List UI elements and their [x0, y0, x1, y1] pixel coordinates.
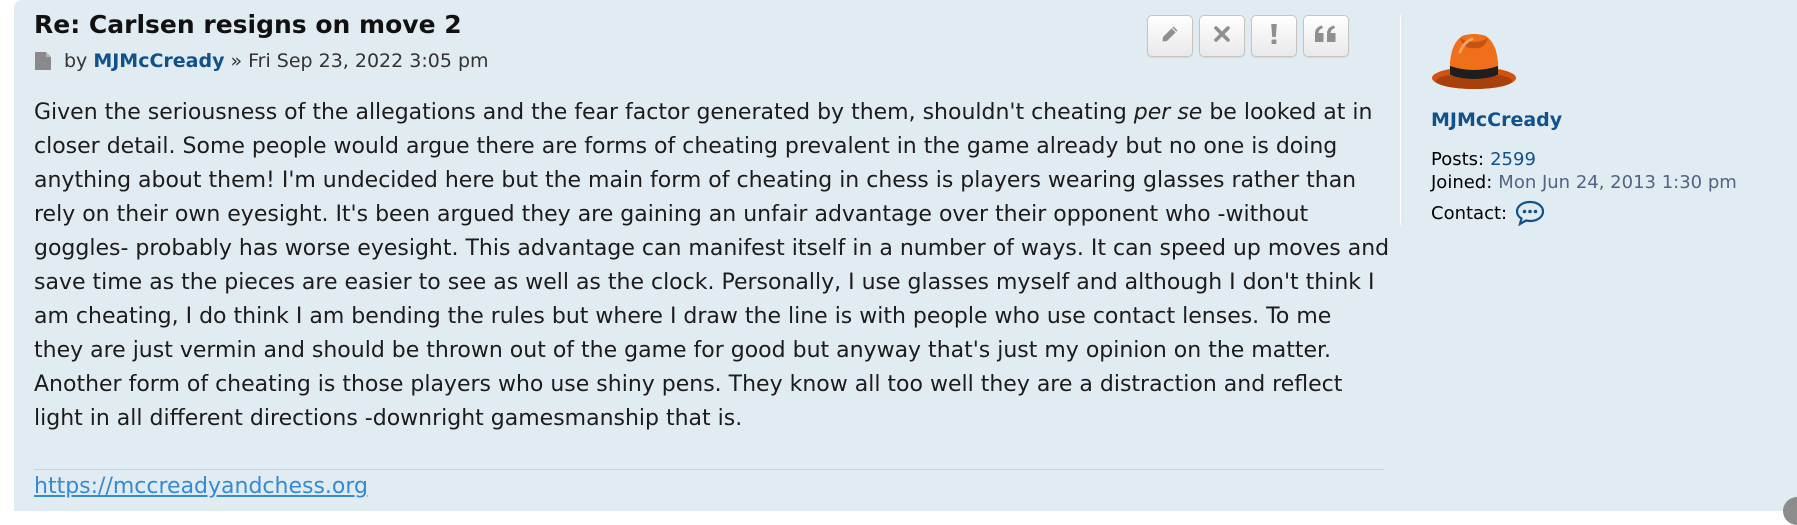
profile-username[interactable]: MJMcCready [1431, 109, 1562, 131]
separator: » [230, 50, 243, 72]
edit-button[interactable] [1147, 15, 1193, 57]
content-line: am cheating, I do think I am bending the… [34, 304, 1332, 329]
post-container: Re: Carlsen resigns on move 2 by MJMcCre… [14, 0, 1797, 525]
exclamation-icon [1270, 23, 1278, 49]
content-line: light in all different directions -downr… [34, 406, 743, 431]
profile-contact: Contact: [1431, 200, 1545, 226]
report-button[interactable] [1251, 15, 1297, 57]
contact-label: Contact: [1431, 202, 1508, 224]
quote-icon [1314, 24, 1338, 48]
author-link[interactable]: MJMcCready [93, 50, 224, 72]
post-title[interactable]: Re: Carlsen resigns on move 2 [34, 10, 462, 39]
content-line: anything about them! I'm undecided here … [34, 168, 1357, 193]
speech-bubble-icon[interactable] [1515, 200, 1545, 226]
pencil-icon [1160, 24, 1180, 48]
content-line: they are just vermin and should be throw… [34, 338, 1332, 363]
emphasis-text: per se [1133, 100, 1203, 125]
signature-link[interactable]: https://mccreadyandchess.org [34, 474, 368, 499]
joined-label: Joined: [1431, 172, 1493, 193]
close-icon [1213, 25, 1231, 47]
post-profile: MJMcCready Posts: 2599 Joined: Mon Jun 2… [1400, 15, 1781, 226]
avatar[interactable] [1430, 28, 1518, 93]
profile-joined: Joined: Mon Jun 24, 2013 1:30 pm [1431, 172, 1737, 193]
post-date: Fri Sep 23, 2022 3:05 pm [248, 50, 489, 72]
delete-button[interactable] [1199, 15, 1245, 57]
by-label: by [64, 50, 88, 72]
posts-label: Posts: [1431, 149, 1485, 170]
content-line: goggles- probably has worse eyesight. Th… [34, 236, 1390, 261]
post-file-icon[interactable] [34, 51, 52, 71]
post-author-line: by MJMcCready » Fri Sep 23, 2022 3:05 pm [34, 50, 489, 72]
content-line: Another form of cheating is those player… [34, 372, 1343, 397]
quote-button[interactable] [1303, 15, 1349, 57]
content-line: closer detail. Some people would argue t… [34, 134, 1338, 159]
post-content: Given the seriousness of the allegations… [34, 96, 1390, 436]
signature-divider [34, 469, 1384, 470]
back-to-top-icon[interactable] [1783, 497, 1797, 525]
content-line: rely on their own eyesight. It's been ar… [34, 202, 1309, 227]
profile-posts: Posts: 2599 [1431, 149, 1536, 170]
joined-date: Mon Jun 24, 2013 1:30 pm [1498, 172, 1737, 193]
post-buttons [1147, 15, 1349, 57]
posts-count-link[interactable]: 2599 [1490, 149, 1536, 170]
content-line: Given the seriousness of the allegations… [34, 100, 1373, 125]
content-line: save time as the pieces are easier to se… [34, 270, 1375, 295]
